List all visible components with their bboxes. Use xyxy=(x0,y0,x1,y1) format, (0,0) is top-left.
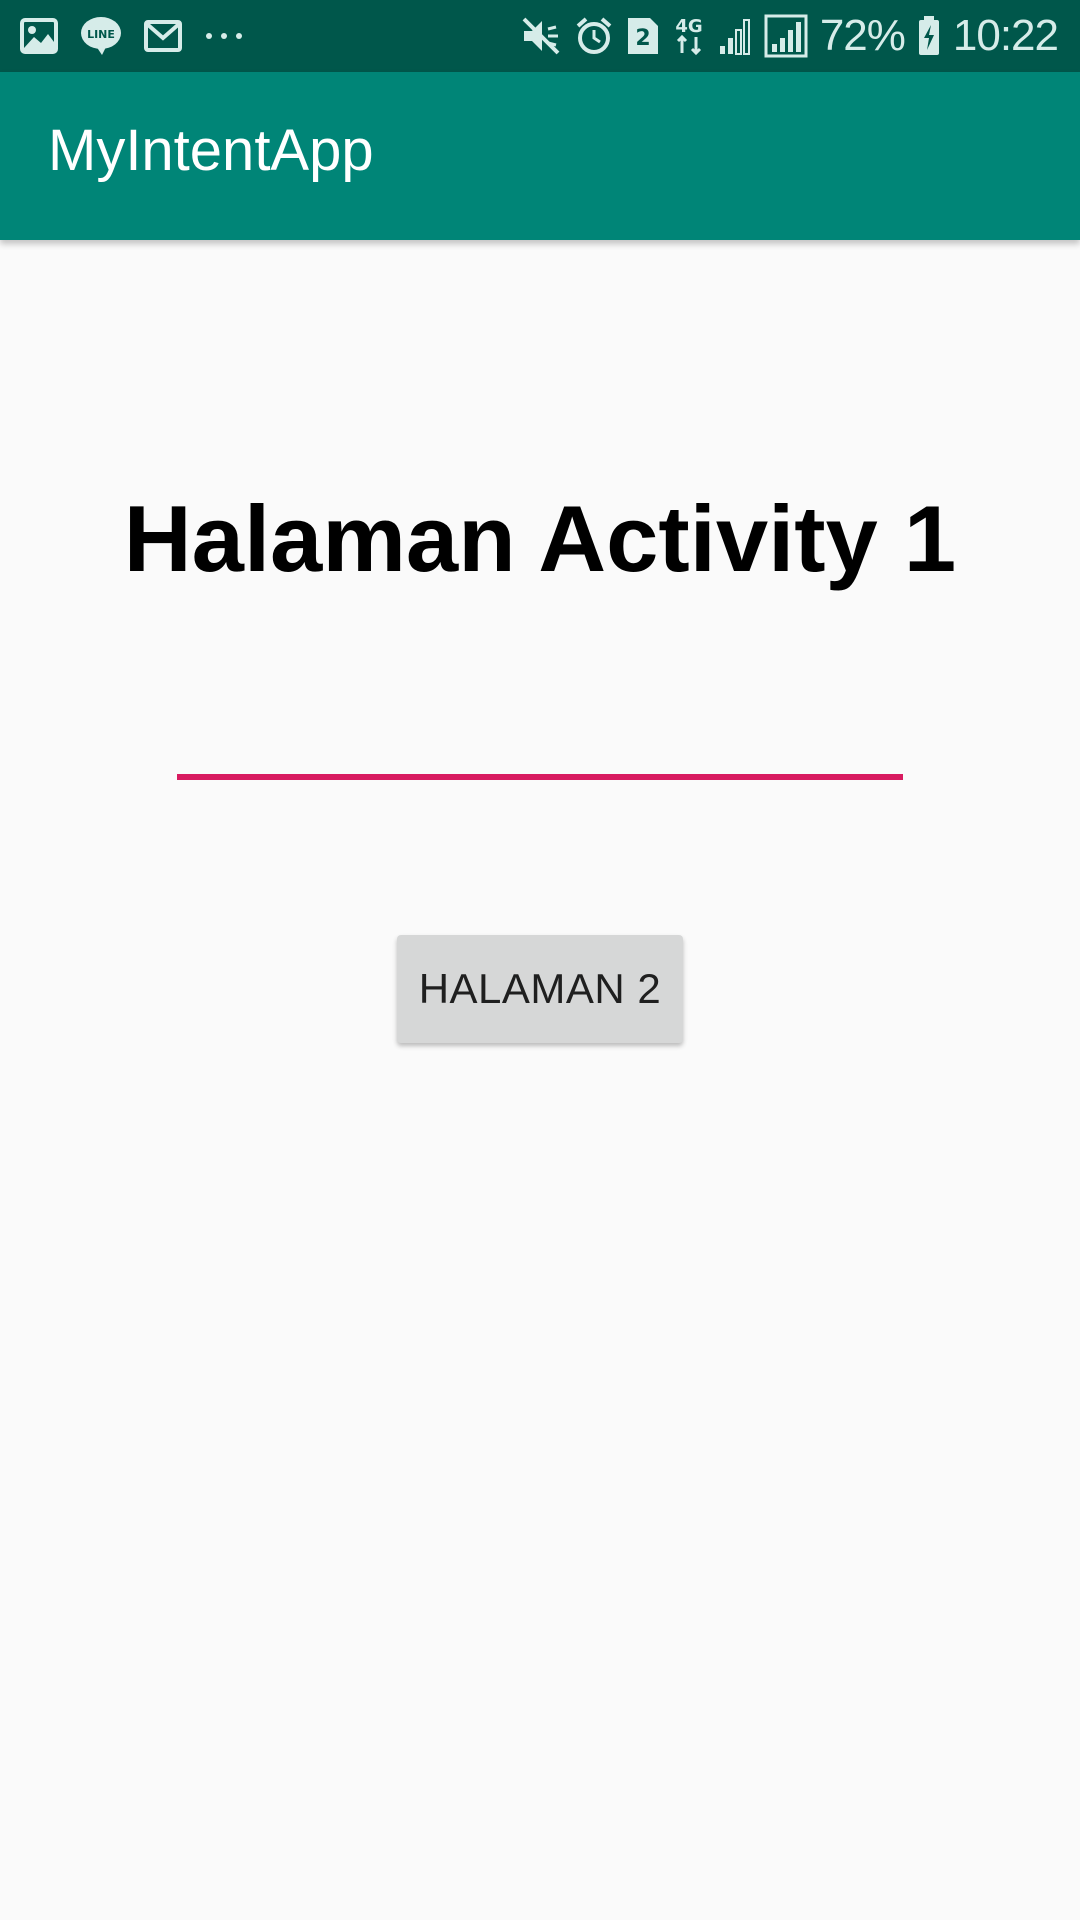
line-app-icon: LINE xyxy=(80,16,122,56)
svg-text:LINE: LINE xyxy=(87,28,115,41)
gmail-icon xyxy=(144,20,182,52)
page-heading: Halaman Activity 1 xyxy=(123,486,957,591)
signal-icon xyxy=(764,14,808,58)
system-icons: 2 4G 72% 10:22 xyxy=(520,10,1059,62)
battery-percent: 72% xyxy=(819,11,906,60)
app-toolbar: MyIntentApp xyxy=(0,72,1080,240)
mute-vibrate-icon xyxy=(520,15,562,57)
network-label: 4G xyxy=(675,16,702,37)
4g-data-icon: 4G xyxy=(672,15,706,57)
alarm-icon xyxy=(574,16,614,56)
more-dots-icon xyxy=(204,31,244,41)
signal-weak-icon xyxy=(718,16,752,56)
app-title: MyIntentApp xyxy=(48,118,374,183)
sim-badge: 2 xyxy=(635,26,650,51)
clock: 10:22 xyxy=(952,11,1059,60)
image-icon xyxy=(20,18,58,54)
status-bar: LINE 2 4G 72% 10:22 xyxy=(0,0,1080,72)
text-input[interactable] xyxy=(177,690,903,780)
battery-charging-icon xyxy=(917,15,941,57)
halaman-2-button[interactable]: HALAMAN 2 xyxy=(397,935,683,1043)
notification-icons: LINE xyxy=(20,14,244,58)
sim-2-icon: 2 xyxy=(626,16,660,56)
